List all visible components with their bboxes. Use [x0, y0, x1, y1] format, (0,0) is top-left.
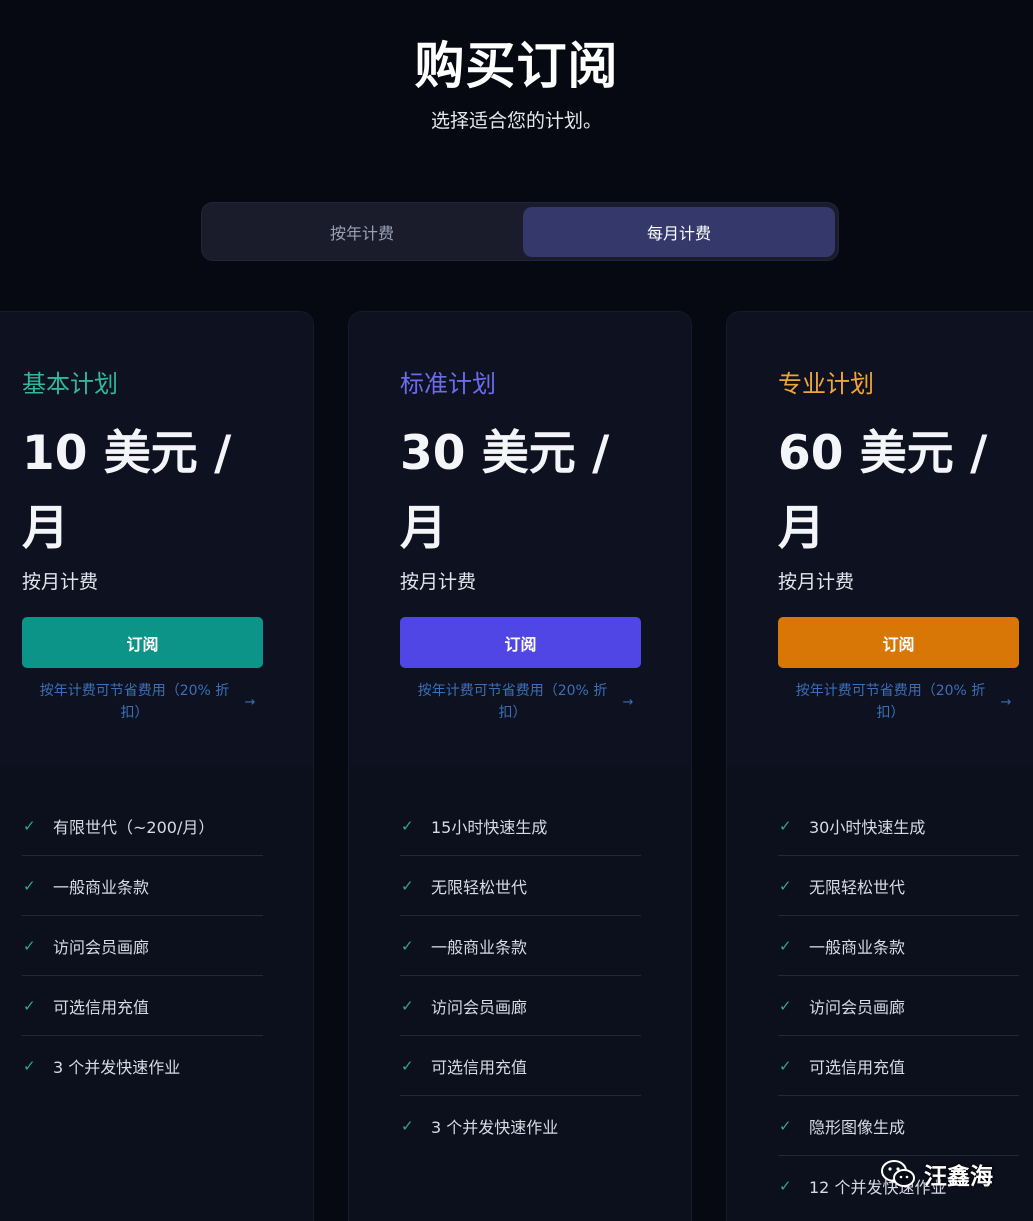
wechat-watermark: 汪鑫海	[880, 1157, 993, 1191]
feature-item: ✓ 访问会员画廊	[400, 976, 641, 1036]
feature-text: 无限轻松世代	[431, 877, 528, 897]
feature-item: ✓ 可选信用充值	[778, 1036, 1019, 1096]
feature-text: 30小时快速生成	[809, 817, 926, 837]
feature-list: ✓ 15小时快速生成 ✓ 无限轻松世代 ✓ 一般商业条款 ✓ 访问会员画廊 ✓ 可选信用充值 ✓ 3 …	[400, 796, 641, 1156]
feature-text: 可选信用充值	[53, 997, 150, 1017]
feature-item: ✓ 一般商业条款	[400, 916, 641, 976]
feature-item: ✓ 访问会员画廊	[22, 916, 263, 976]
feature-item: ✓ 访问会员画廊	[778, 976, 1019, 1036]
feature-list: ✓ 30小时快速生成 ✓ 无限轻松世代 ✓ 一般商业条款 ✓ 访问会员画廊 ✓ 可选信用充值 ✓ 隐形…	[778, 796, 1019, 1216]
yearly-savings-text: 按年计费可节省费用（20% 折扣）	[39, 683, 230, 721]
plan-price: 60 美元 / 月	[778, 426, 988, 556]
yearly-savings-link[interactable]: 按年计费可节省费用（20% 折扣） →	[410, 680, 641, 724]
plan-name: 专业计划	[778, 370, 874, 398]
watermark-text: 汪鑫海	[924, 1164, 993, 1190]
plan-billing-period: 按月计费	[778, 571, 855, 593]
check-icon: ✓	[401, 1056, 414, 1075]
feature-item: ✓ 3 个并发快速作业	[22, 1036, 263, 1096]
plan-billing-period: 按月计费	[400, 571, 477, 593]
feature-item: ✓ 无限轻松世代	[778, 856, 1019, 916]
plan-price: 30 美元 / 月	[400, 426, 610, 556]
check-icon: ✓	[779, 996, 792, 1015]
arrow-right-icon: →	[1000, 695, 1012, 710]
subscribe-button[interactable]: 订阅	[778, 617, 1019, 668]
feature-list: ✓ 有限世代（~200/月） ✓ 一般商业条款 ✓ 访问会员画廊 ✓ 可选信用充值 ✓ 3 个并发…	[22, 796, 263, 1096]
feature-item: ✓ 一般商业条款	[778, 916, 1019, 976]
feature-text: 访问会员画廊	[431, 997, 528, 1017]
plan-card-basic: 基本计划 10 美元 / 月 按月计费 订阅 按年计费可节省费用（20% 折扣）…	[0, 311, 314, 1221]
plan-price: 10 美元 / 月	[22, 426, 232, 556]
feature-text: 有限世代（~200/月）	[53, 817, 215, 837]
check-icon: ✓	[23, 876, 36, 895]
check-icon: ✓	[779, 876, 792, 895]
subscription-page: 购买订阅 选择适合您的计划。 按年计费 每月计费 基本计划 10 美元 / 月 …	[0, 0, 1033, 1221]
check-icon: ✓	[779, 936, 792, 955]
yearly-savings-link[interactable]: 按年计费可节省费用（20% 折扣） →	[788, 680, 1019, 724]
feature-item: ✓ 隐形图像生成	[778, 1096, 1019, 1156]
feature-item: ✓ 3 个并发快速作业	[400, 1096, 641, 1156]
plan-name: 标准计划	[400, 370, 496, 398]
feature-item: ✓ 有限世代（~200/月）	[22, 796, 263, 856]
yearly-billing-tab[interactable]: 按年计费	[206, 207, 518, 257]
yearly-savings-link[interactable]: 按年计费可节省费用（20% 折扣） →	[32, 680, 263, 724]
feature-text: 访问会员画廊	[53, 937, 150, 957]
feature-text: 访问会员画廊	[809, 997, 906, 1017]
feature-text: 3 个并发快速作业	[431, 1118, 559, 1137]
feature-text: 无限轻松世代	[809, 877, 906, 897]
feature-text: 一般商业条款	[53, 877, 150, 897]
check-icon: ✓	[401, 936, 414, 955]
check-icon: ✓	[23, 996, 36, 1015]
check-icon: ✓	[401, 876, 414, 895]
feature-text: 可选信用充值	[431, 1057, 528, 1077]
subscribe-button[interactable]: 订阅	[400, 617, 641, 668]
arrow-right-icon: →	[244, 695, 256, 710]
yearly-savings-text: 按年计费可节省费用（20% 折扣）	[417, 683, 608, 721]
check-icon: ✓	[23, 1057, 36, 1075]
feature-item: ✓ 可选信用充值	[400, 1036, 641, 1096]
feature-item: ✓ 15小时快速生成	[400, 796, 641, 856]
feature-item: ✓ 无限轻松世代	[400, 856, 641, 916]
feature-text: 3 个并发快速作业	[53, 1058, 181, 1077]
plan-name: 基本计划	[22, 370, 118, 398]
yearly-savings-text: 按年计费可节省费用（20% 折扣）	[795, 683, 986, 721]
check-icon: ✓	[779, 1177, 792, 1195]
feature-text: 可选信用充值	[809, 1057, 906, 1077]
check-icon: ✓	[401, 816, 414, 835]
feature-item: ✓ 可选信用充值	[22, 976, 263, 1036]
wechat-icon	[881, 1160, 915, 1187]
feature-text: 隐形图像生成	[809, 1117, 906, 1137]
billing-period-toggle: 按年计费 每月计费	[201, 202, 839, 261]
check-icon: ✓	[401, 996, 414, 1015]
feature-text: 15小时快速生成	[431, 817, 548, 837]
subscribe-button[interactable]: 订阅	[22, 617, 263, 668]
page-subtitle: 选择适合您的计划。	[430, 110, 602, 132]
plan-card-standard: 标准计划 30 美元 / 月 按月计费 订阅 按年计费可节省费用（20% 折扣）…	[348, 311, 692, 1221]
feature-text: 一般商业条款	[431, 937, 528, 957]
plan-billing-period: 按月计费	[22, 571, 99, 593]
check-icon: ✓	[23, 936, 36, 955]
monthly-billing-tab[interactable]: 每月计费	[523, 207, 835, 257]
feature-item: ✓ 30小时快速生成	[778, 796, 1019, 856]
feature-text: 一般商业条款	[809, 937, 906, 957]
check-icon: ✓	[23, 816, 36, 835]
check-icon: ✓	[779, 1116, 792, 1135]
check-icon: ✓	[779, 816, 792, 835]
check-icon: ✓	[779, 1056, 792, 1075]
feature-item: ✓ 一般商业条款	[22, 856, 263, 916]
check-icon: ✓	[401, 1117, 414, 1135]
plan-card-pro: 专业计划 60 美元 / 月 按月计费 订阅 按年计费可节省费用（20% 折扣）…	[726, 311, 1033, 1221]
page-title: 购买订阅	[414, 37, 619, 95]
arrow-right-icon: →	[622, 695, 634, 710]
